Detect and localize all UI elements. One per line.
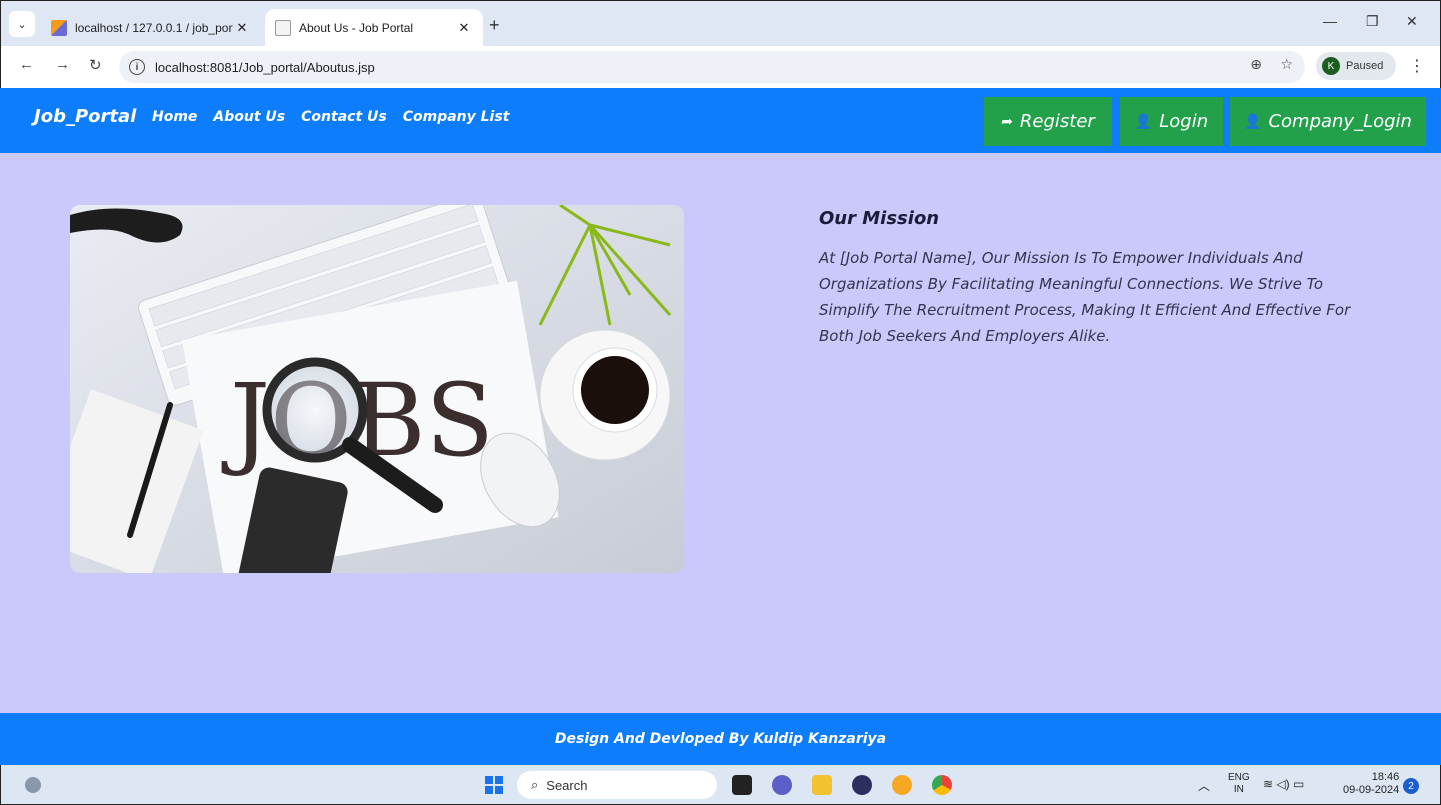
register-button[interactable]: ➦ Register: [984, 97, 1112, 146]
lang-code: ENG: [1228, 772, 1250, 783]
task-view-icon[interactable]: [732, 775, 752, 795]
tab-close-icon[interactable]: ✕: [455, 20, 473, 36]
avatar: K: [1322, 57, 1340, 75]
new-tab-icon[interactable]: +: [489, 15, 500, 36]
tab-close-icon[interactable]: ✕: [233, 20, 251, 36]
date: 09-09-2024: [1343, 784, 1400, 796]
search-label: Search: [546, 777, 588, 793]
jobs-hero-image: JOBS: [70, 205, 684, 573]
start-menu-icon[interactable]: [485, 776, 503, 794]
clock[interactable]: 18:46 09-09-2024: [1343, 771, 1399, 797]
address-bar[interactable]: i localhost:8081/Job_portal/Aboutus.jsp …: [119, 51, 1305, 83]
widgets-icon[interactable]: [25, 777, 41, 793]
file-explorer-icon[interactable]: [812, 775, 832, 795]
zoom-icon[interactable]: ⊕: [1250, 57, 1262, 73]
site-info-icon[interactable]: i: [129, 59, 145, 75]
wifi-volume-battery-icon[interactable]: ≋ ◁) ▭: [1263, 777, 1304, 791]
browser-menu-icon[interactable]: ⋮: [1409, 56, 1425, 75]
tab-title: About Us - Job Portal: [299, 21, 414, 35]
chrome-icon[interactable]: [932, 775, 952, 795]
tab-title: localhost / 127.0.0.1 / job_porta: [75, 21, 233, 35]
close-window-icon[interactable]: ✕: [1406, 13, 1418, 30]
restore-icon[interactable]: ❐: [1366, 13, 1379, 30]
chat-icon[interactable]: [772, 775, 792, 795]
reload-icon[interactable]: ↻: [89, 56, 102, 74]
nav-about-us[interactable]: About Us: [213, 109, 285, 125]
sign-in-icon: ➦: [1001, 113, 1013, 130]
chevron-up-icon[interactable]: ︿: [1198, 777, 1210, 794]
minimize-icon[interactable]: —: [1323, 13, 1337, 29]
forward-icon[interactable]: →: [55, 56, 70, 73]
user-icon: 👤: [1134, 113, 1153, 130]
nav-links: Home About Us Contact Us Company List: [152, 109, 525, 125]
profile-status: Paused: [1346, 60, 1384, 72]
site-navbar: Job_Portal Home About Us Contact Us Comp…: [0, 88, 1441, 153]
mission-title: Our Mission: [819, 208, 940, 229]
nav-contact-us[interactable]: Contact Us: [301, 109, 387, 125]
lang-region: IN: [1233, 784, 1244, 795]
phpmyadmin-favicon-icon: [51, 20, 67, 36]
mission-text: At [Job Portal Name], Our Mission Is To …: [819, 249, 1351, 345]
login-button[interactable]: 👤 Login: [1120, 97, 1223, 146]
notification-badge[interactable]: 2: [1403, 778, 1419, 794]
site-footer: Design And Devloped By Kuldip Kanzariya: [0, 713, 1441, 765]
time: 18:46: [1371, 771, 1400, 783]
taskbar-search[interactable]: ⌕ Search: [517, 771, 717, 799]
login-label: Login: [1159, 111, 1209, 132]
page-favicon-icon: [275, 20, 291, 36]
address-url[interactable]: localhost:8081/Job_portal/Aboutus.jsp: [155, 60, 375, 75]
back-icon[interactable]: ←: [19, 56, 34, 73]
app-icon[interactable]: [892, 775, 912, 795]
company-login-button[interactable]: 👤 Company_Login: [1230, 97, 1426, 146]
browser-toolbar: ← → ↻ i localhost:8081/Job_portal/Aboutu…: [0, 46, 1441, 88]
search-icon: ⌕: [531, 777, 539, 792]
register-label: Register: [1019, 111, 1095, 132]
eclipse-icon[interactable]: [852, 775, 872, 795]
company-login-label: Company_Login: [1268, 111, 1412, 132]
tab-phpmyadmin[interactable]: localhost / 127.0.0.1 / job_porta ✕: [41, 9, 261, 47]
tab-about-us[interactable]: About Us - Job Portal ✕: [265, 9, 483, 47]
bookmark-star-icon[interactable]: ☆: [1280, 57, 1293, 73]
tab-search-icon[interactable]: ⌄: [9, 11, 35, 37]
brand-logo[interactable]: Job_Portal: [34, 106, 136, 127]
nav-company-list[interactable]: Company List: [403, 109, 510, 125]
windows-taskbar: ⌕ Search ︿ ENG IN ≋ ◁) ▭ 18:46 09-09-202…: [0, 765, 1441, 805]
browser-tabstrip: ⌄ localhost / 127.0.0.1 / job_porta ✕ Ab…: [0, 0, 1441, 47]
language-indicator[interactable]: ENG IN: [1228, 772, 1250, 796]
profile-button[interactable]: K Paused: [1316, 52, 1396, 80]
user-icon: 👤: [1244, 113, 1262, 130]
nav-home[interactable]: Home: [152, 109, 197, 125]
